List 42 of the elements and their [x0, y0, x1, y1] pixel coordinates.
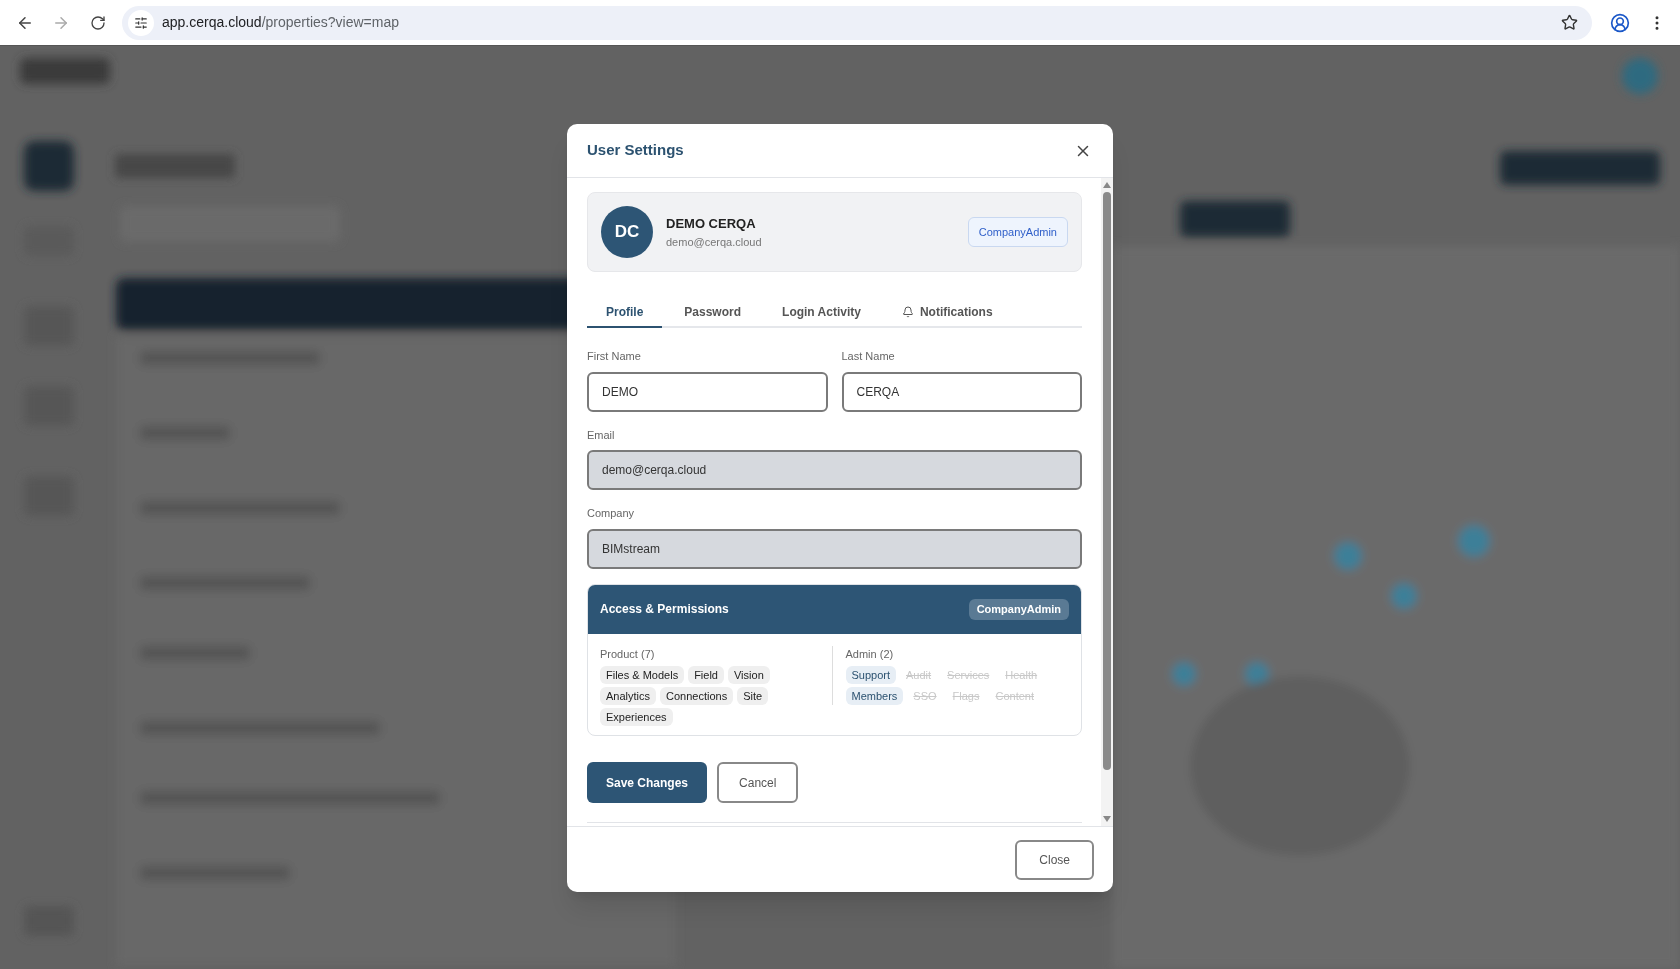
- permission-tag: Connections: [660, 687, 734, 705]
- permission-tag: Analytics: [600, 687, 657, 705]
- permissions-title: Access & Permissions: [600, 601, 729, 618]
- input-field[interactable]: CERQA: [841, 371, 1082, 412]
- user-name: DEMO CERQA: [666, 215, 757, 233]
- site-settings-button[interactable]: [128, 9, 154, 36]
- field-label: Email: [587, 427, 615, 443]
- settings-tab[interactable]: Password: [665, 298, 761, 328]
- dialog-title: User Settings: [587, 140, 684, 161]
- input-field[interactable]: DEMO: [587, 371, 828, 412]
- permission-tag: Files & Models: [600, 666, 685, 684]
- field-label: Company: [587, 506, 635, 521]
- bell-icon: [901, 306, 914, 318]
- permission-tag: Vision: [728, 666, 770, 684]
- scroll-up-arrow-icon[interactable]: [1103, 182, 1111, 188]
- permission-tag: Site: [737, 687, 769, 705]
- scroll-down-arrow-icon[interactable]: [1103, 816, 1111, 822]
- address-bar[interactable]: app.cerqa.cloud/properties?view=map: [122, 5, 1592, 40]
- permission-tag: Field: [688, 666, 724, 684]
- role-badge: CompanyAdmin: [967, 217, 1068, 247]
- field-label: First Name: [587, 349, 641, 364]
- close-button[interactable]: Close: [1015, 839, 1094, 880]
- role-badge: CompanyAdmin: [968, 598, 1069, 620]
- group-title: Admin (2): [845, 646, 894, 662]
- save-button[interactable]: Save Changes: [587, 762, 708, 803]
- settings-tab[interactable]: Login Activity: [763, 298, 880, 328]
- profile-icon[interactable]: [1610, 12, 1630, 33]
- field-label: Last Name: [841, 349, 895, 364]
- permission-tag: Experiences: [600, 708, 673, 726]
- group-title: Product (7): [600, 646, 655, 662]
- bookmark-star-icon[interactable]: [1561, 14, 1578, 31]
- reload-icon[interactable]: [90, 14, 106, 31]
- permission-tag: Members: [845, 687, 904, 705]
- settings-tab[interactable]: Profile: [587, 298, 663, 328]
- settings-tab[interactable]: Notifications: [882, 298, 1012, 328]
- scrollbar[interactable]: [1101, 178, 1113, 826]
- sliders-icon: [134, 15, 148, 30]
- cancel-button[interactable]: Cancel: [717, 762, 799, 803]
- permission-tag: Support: [845, 666, 897, 684]
- user-email: demo@cerqa.cloud: [666, 234, 762, 250]
- url-text: app.cerqa.cloud/properties?view=map: [162, 13, 399, 32]
- avatar-initials: DC: [601, 206, 653, 258]
